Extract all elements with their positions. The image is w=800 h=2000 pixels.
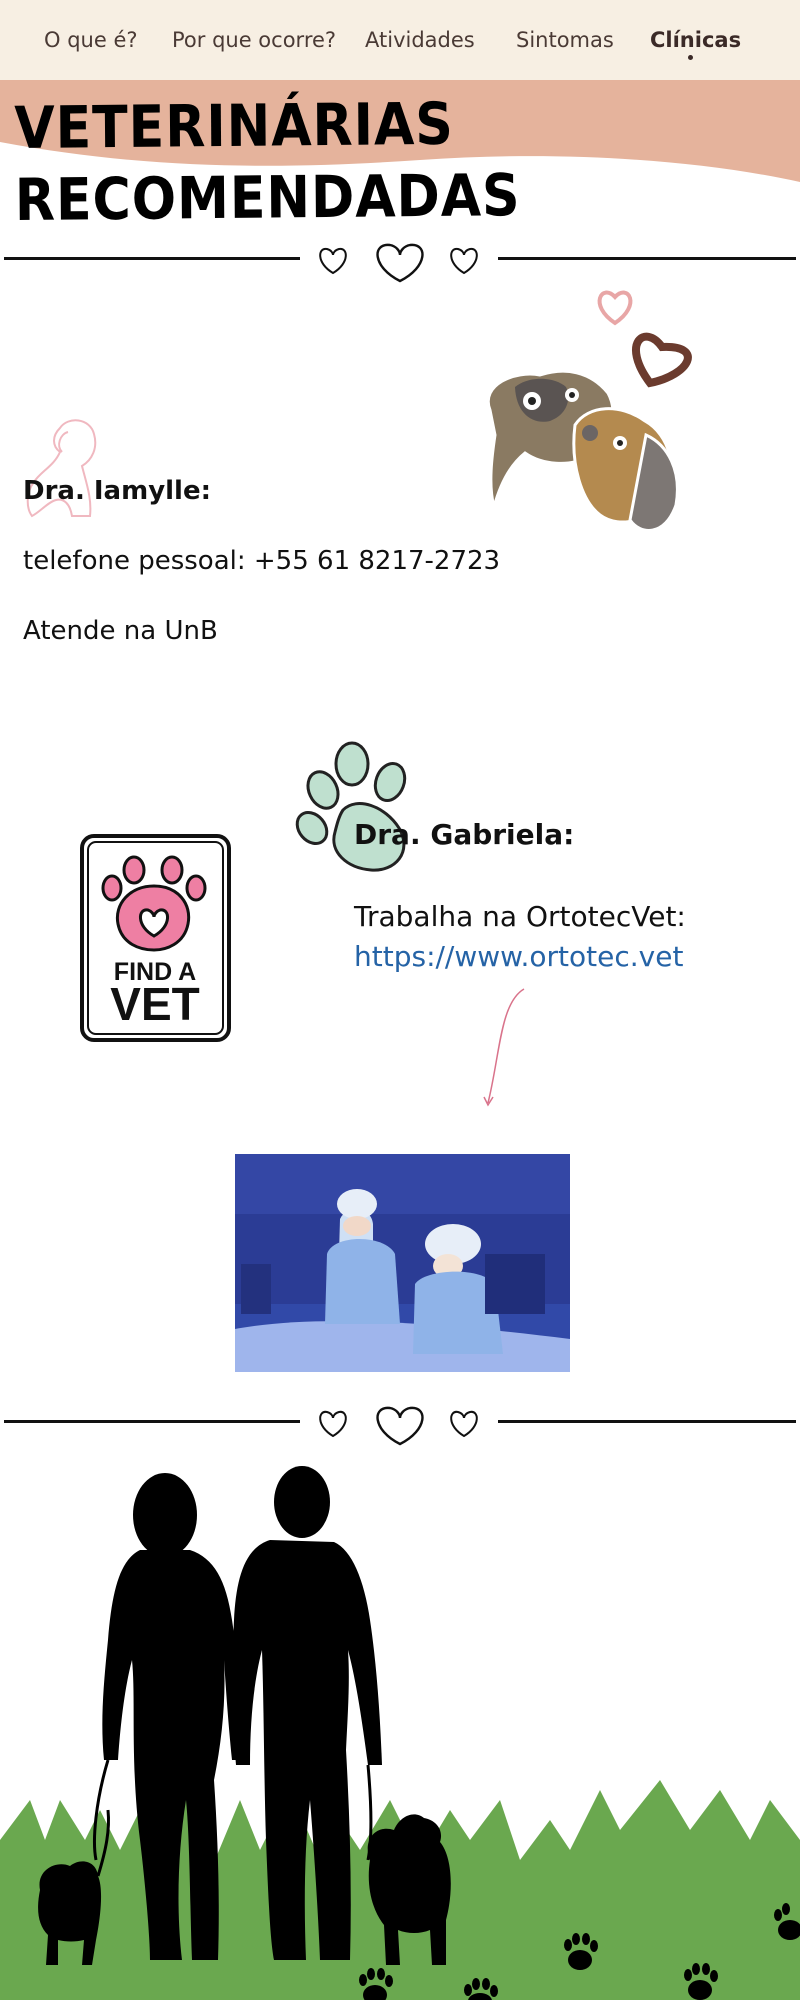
find-a-vet-line2: VET	[110, 978, 199, 1030]
nav-item-sintomas[interactable]: Sintomas	[516, 28, 614, 52]
dogs-illustration	[486, 290, 692, 532]
nav-item-o-que-e[interactable]: O que é?	[44, 28, 138, 52]
vet-1-location: Atende na UnB	[23, 616, 218, 646]
active-nav-indicator	[688, 55, 693, 60]
arrow-doodle-icon	[483, 988, 525, 1107]
vet-1-name: Dra. Iamylle:	[23, 476, 211, 506]
vet-2-workplace: Trabalha na OrtotecVet:	[354, 900, 686, 933]
nav-item-por-que-ocorre[interactable]: Por que ocorre?	[172, 28, 336, 52]
page-title: VETERINÁRIAS RECOMENDADAS	[14, 89, 521, 234]
surgery-photo	[235, 1154, 570, 1372]
ortotecvet-link[interactable]: https://www.ortotec.vet	[354, 940, 683, 973]
find-a-vet-logo: FIND A VET	[80, 834, 231, 1042]
nav-item-clinicas[interactable]: Clínicas	[650, 28, 741, 52]
vet-2-name: Dra. Gabriela:	[354, 818, 575, 851]
top-navigation: O que é? Por que ocorre? Atividades Sint…	[0, 0, 800, 80]
couple-walking-dogs-silhouette	[0, 1466, 800, 2000]
paw-print-icon	[295, 741, 407, 872]
nav-item-atividades[interactable]: Atividades	[365, 28, 475, 52]
vet-1-phone: telefone pessoal: +55 61 8217-2723	[23, 546, 501, 576]
